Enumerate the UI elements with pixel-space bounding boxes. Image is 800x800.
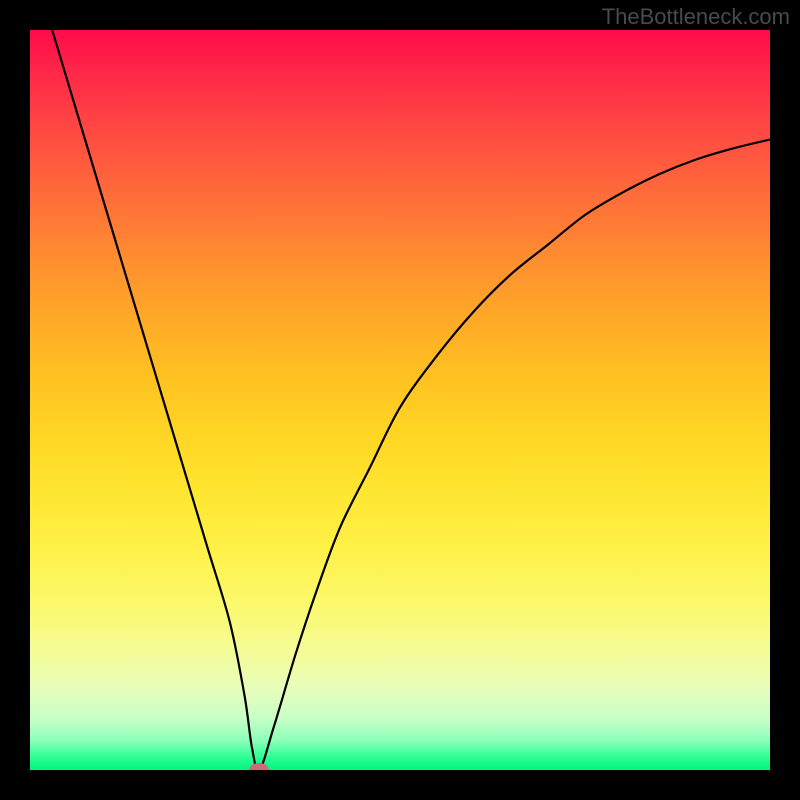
bottleneck-curve xyxy=(52,30,770,770)
watermark-text: TheBottleneck.com xyxy=(602,4,790,30)
plot-area xyxy=(30,30,770,770)
curve-svg xyxy=(30,30,770,770)
optimal-point-marker xyxy=(249,763,269,770)
